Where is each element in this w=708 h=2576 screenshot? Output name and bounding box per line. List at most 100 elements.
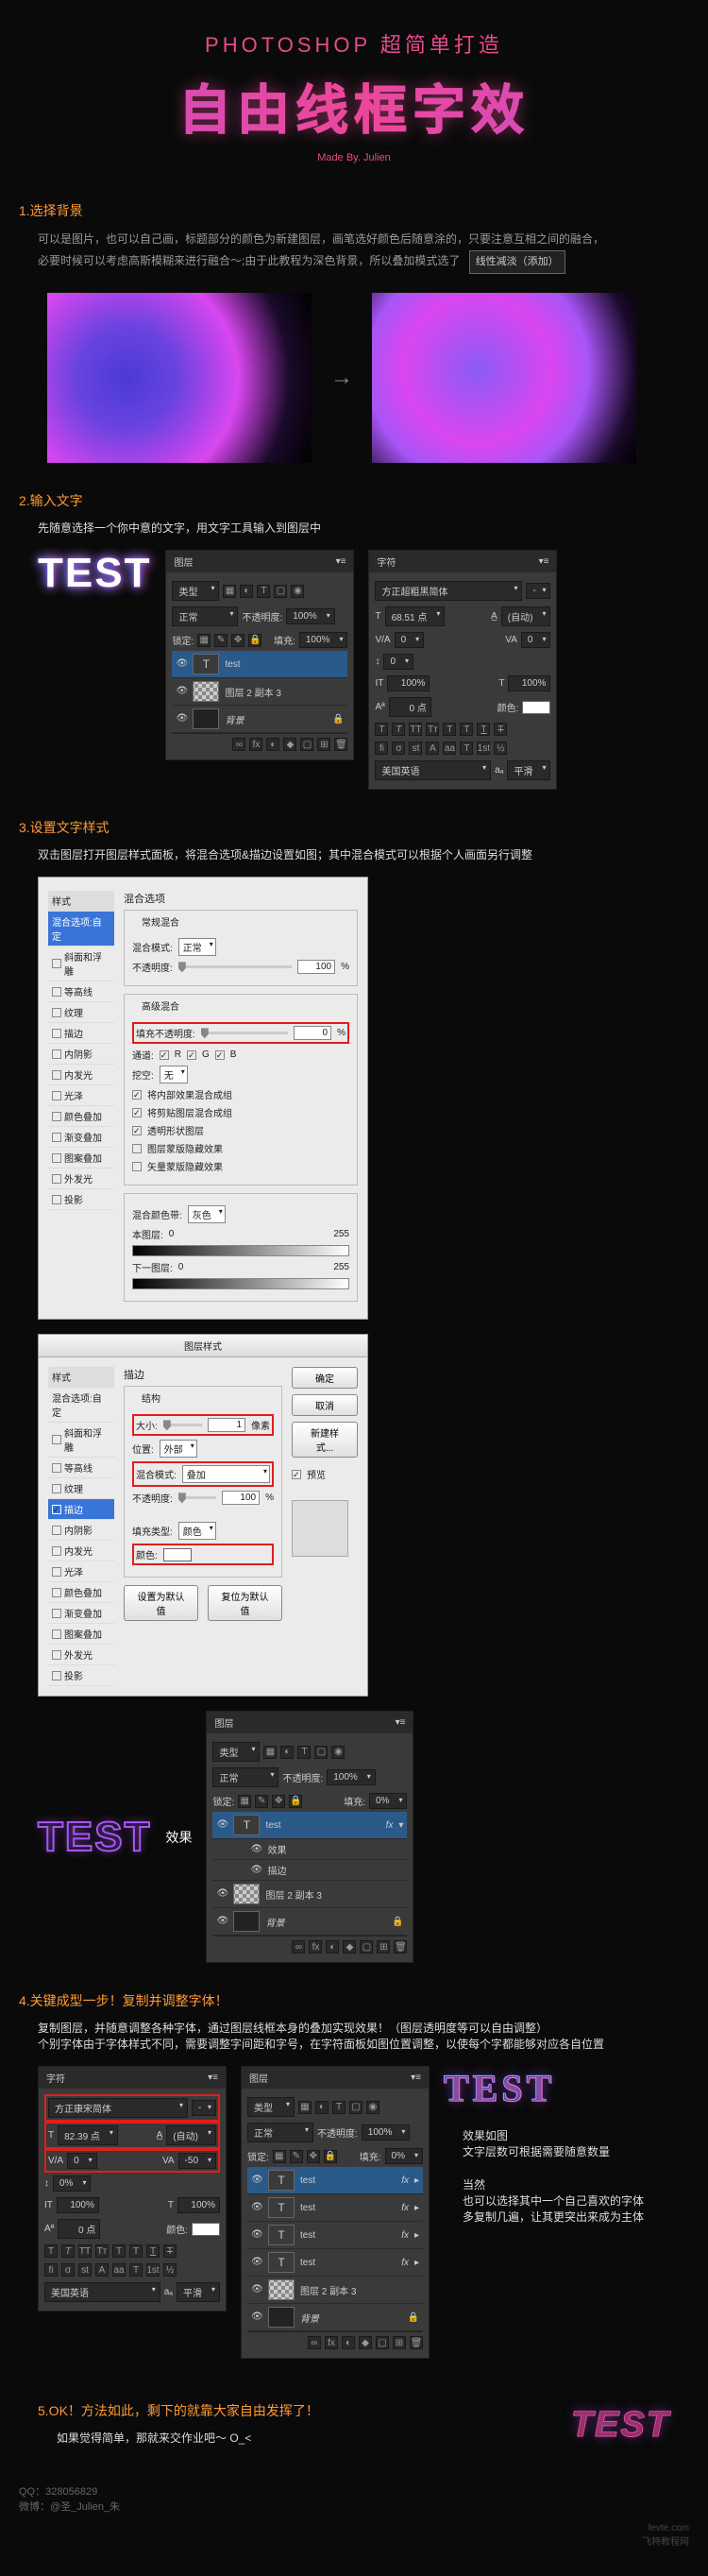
style-item[interactable]: 颜色叠加	[48, 1582, 114, 1603]
eye-icon[interactable]: 👁	[176, 686, 187, 697]
layers-tab[interactable]: 图层	[249, 2071, 268, 2085]
leading-dd[interactable]: (自动)	[501, 606, 551, 626]
filltype-dd[interactable]: 颜色	[178, 1522, 216, 1540]
hscale-val[interactable]: 100%	[177, 2197, 220, 2213]
layer-fx-stroke[interactable]: 👁描边	[212, 1860, 407, 1881]
hscale-val[interactable]: 100%	[508, 675, 550, 691]
style-item[interactable]: 斜面和浮雕	[48, 1423, 114, 1458]
style-item[interactable]: 等高线	[48, 981, 114, 1002]
layer-filter-icons[interactable]: ▦◐T▢◉	[223, 585, 304, 598]
style-item[interactable]: 投影	[48, 1665, 114, 1686]
layer-filter-icons[interactable]: ▦◐T▢◉	[263, 1746, 345, 1759]
layer-filter-dropdown[interactable]: 类型	[172, 581, 219, 601]
style-item[interactable]: 等高线	[48, 1458, 114, 1478]
lang-dd[interactable]: 美国英语	[375, 760, 491, 780]
font-style-dd[interactable]: -	[526, 583, 550, 599]
panel-menu-icon[interactable]: ▾≡	[336, 556, 346, 567]
ch-g-ck[interactable]	[187, 1050, 196, 1060]
layers-footer-icons[interactable]: ∞fx◐◆▢⊞🗑	[172, 733, 347, 754]
fill-dd[interactable]: 0%	[369, 1793, 407, 1809]
style-item[interactable]: 斜面和浮雕	[48, 947, 114, 981]
ck1[interactable]	[132, 1090, 142, 1100]
layer-row[interactable]: 👁Ttestfx▸	[247, 2167, 423, 2194]
style-item[interactable]: 光泽	[48, 1561, 114, 1582]
opacity-dd[interactable]: 100%	[327, 1769, 376, 1785]
lock-icons[interactable]: ▦✎✥🔒	[238, 1795, 302, 1808]
layers-tab[interactable]: 图层	[174, 554, 193, 569]
size-dd[interactable]: 82.39 点	[58, 2125, 118, 2145]
lock-icons[interactable]: ▦✎✥🔒	[197, 634, 261, 647]
layer-row[interactable]: 👁图层 2 副本 3	[212, 1881, 407, 1908]
layers-footer-icons[interactable]: ∞fx◐◆▢⊞🗑	[247, 2331, 423, 2352]
panel-menu-icon[interactable]: ▾≡	[539, 556, 549, 567]
text-style-icons[interactable]: TTTTTтTTTT	[44, 2242, 220, 2260]
panel-menu-icon[interactable]: ▾≡	[411, 2073, 421, 2083]
reset-btn[interactable]: 复位为默认值	[208, 1585, 282, 1621]
track-dd[interactable]: -50	[178, 2153, 216, 2169]
char-tab[interactable]: 字符	[46, 2071, 65, 2085]
blendif-slider-this[interactable]	[132, 1245, 349, 1256]
size-val[interactable]: 1	[208, 1418, 245, 1432]
layer-row-test[interactable]: 👁Ttestfx▾	[212, 1812, 407, 1839]
ch-r-ck[interactable]	[160, 1050, 169, 1060]
blend-mode-dd[interactable]: 正常	[172, 606, 238, 626]
opacity-slider[interactable]	[178, 965, 292, 968]
ck2[interactable]	[132, 1108, 142, 1117]
style-item[interactable]: 外发光	[48, 1169, 114, 1189]
style-item[interactable]: 内发光	[48, 1065, 114, 1085]
ck3[interactable]	[132, 1126, 142, 1135]
cancel-button[interactable]: 取消	[292, 1394, 358, 1416]
ck5[interactable]	[132, 1162, 142, 1171]
text-style-icons[interactable]: TTTTTтTTTT	[375, 720, 550, 739]
font-size-dd[interactable]: 68.51 点	[385, 606, 446, 626]
style-item[interactable]: 内发光	[48, 1541, 114, 1561]
opentype-icons[interactable]: fiσstAaaT1st½	[44, 2260, 220, 2279]
baseline-val[interactable]: 0 点	[389, 697, 431, 717]
layer-row[interactable]: 👁Ttestfx▸	[247, 2249, 423, 2277]
layer-row-bg[interactable]: 👁 背景 🔒	[172, 706, 347, 733]
style-item[interactable]: 纹理	[48, 1478, 114, 1499]
style-item[interactable]: 外发光	[48, 1645, 114, 1665]
panel-menu-icon[interactable]: ▾≡	[208, 2073, 218, 2083]
eye-icon[interactable]: 👁	[176, 658, 187, 670]
layer-row[interactable]: 👁背景🔒	[247, 2304, 423, 2331]
default-btn[interactable]: 设置为默认值	[124, 1585, 198, 1621]
style-item[interactable]: 描边	[48, 1023, 114, 1044]
pos-dd[interactable]: 外部	[160, 1440, 197, 1458]
color-swatch[interactable]	[192, 2223, 220, 2236]
mode-dd[interactable]: 正常	[247, 2123, 313, 2142]
style-item[interactable]: 图案叠加	[48, 1624, 114, 1645]
filter-dd[interactable]: 类型	[247, 2097, 295, 2117]
layer-row[interactable]: 👁Ttestfx▸	[247, 2222, 423, 2249]
blendif-dd[interactable]: 灰色	[188, 1205, 226, 1223]
style-item-stroke[interactable]: 描边	[48, 1499, 114, 1520]
eye-icon[interactable]: 👁	[176, 713, 187, 725]
style-item[interactable]: 纹理	[48, 1002, 114, 1023]
layers-footer-icons[interactable]: ∞fx◐◆▢⊞🗑	[212, 1936, 407, 1956]
font-family-dd[interactable]: 方正康宋简体	[48, 2098, 188, 2118]
ck4[interactable]	[132, 1144, 142, 1153]
sop-val[interactable]: 100	[222, 1491, 260, 1505]
char-tab[interactable]: 字符	[377, 554, 396, 569]
kern-dd[interactable]: 0	[67, 2153, 97, 2169]
leading-dd[interactable]: (自动)	[166, 2125, 216, 2145]
style-item[interactable]: 内阴影	[48, 1044, 114, 1065]
mode-dd[interactable]: 正常	[178, 938, 216, 956]
size-slider[interactable]	[163, 1424, 202, 1426]
style-item[interactable]: 混合选项:自定	[48, 1388, 114, 1423]
style-item[interactable]: 图案叠加	[48, 1148, 114, 1169]
aa-dd[interactable]: 平滑	[177, 2282, 220, 2302]
text-color-swatch[interactable]	[522, 701, 550, 714]
vscale-dd[interactable]: 0	[383, 654, 413, 670]
fillop-val[interactable]: 0	[294, 1026, 331, 1040]
style-item[interactable]: 渐变叠加	[48, 1127, 114, 1148]
lang-dd[interactable]: 美国英语	[44, 2282, 160, 2302]
vscale-dd[interactable]: 0%	[53, 2175, 91, 2192]
vscale-val[interactable]: 100%	[387, 675, 430, 691]
knock-dd[interactable]: 无	[160, 1066, 188, 1083]
stroke-color-swatch[interactable]	[163, 1548, 192, 1561]
style-item[interactable]: 颜色叠加	[48, 1106, 114, 1127]
layer-row[interactable]: 👁Ttestfx▸	[247, 2194, 423, 2222]
aa-dd[interactable]: 平滑	[507, 760, 550, 780]
blend-mode-dropdown[interactable]: 线性减淡（添加）	[469, 250, 565, 275]
